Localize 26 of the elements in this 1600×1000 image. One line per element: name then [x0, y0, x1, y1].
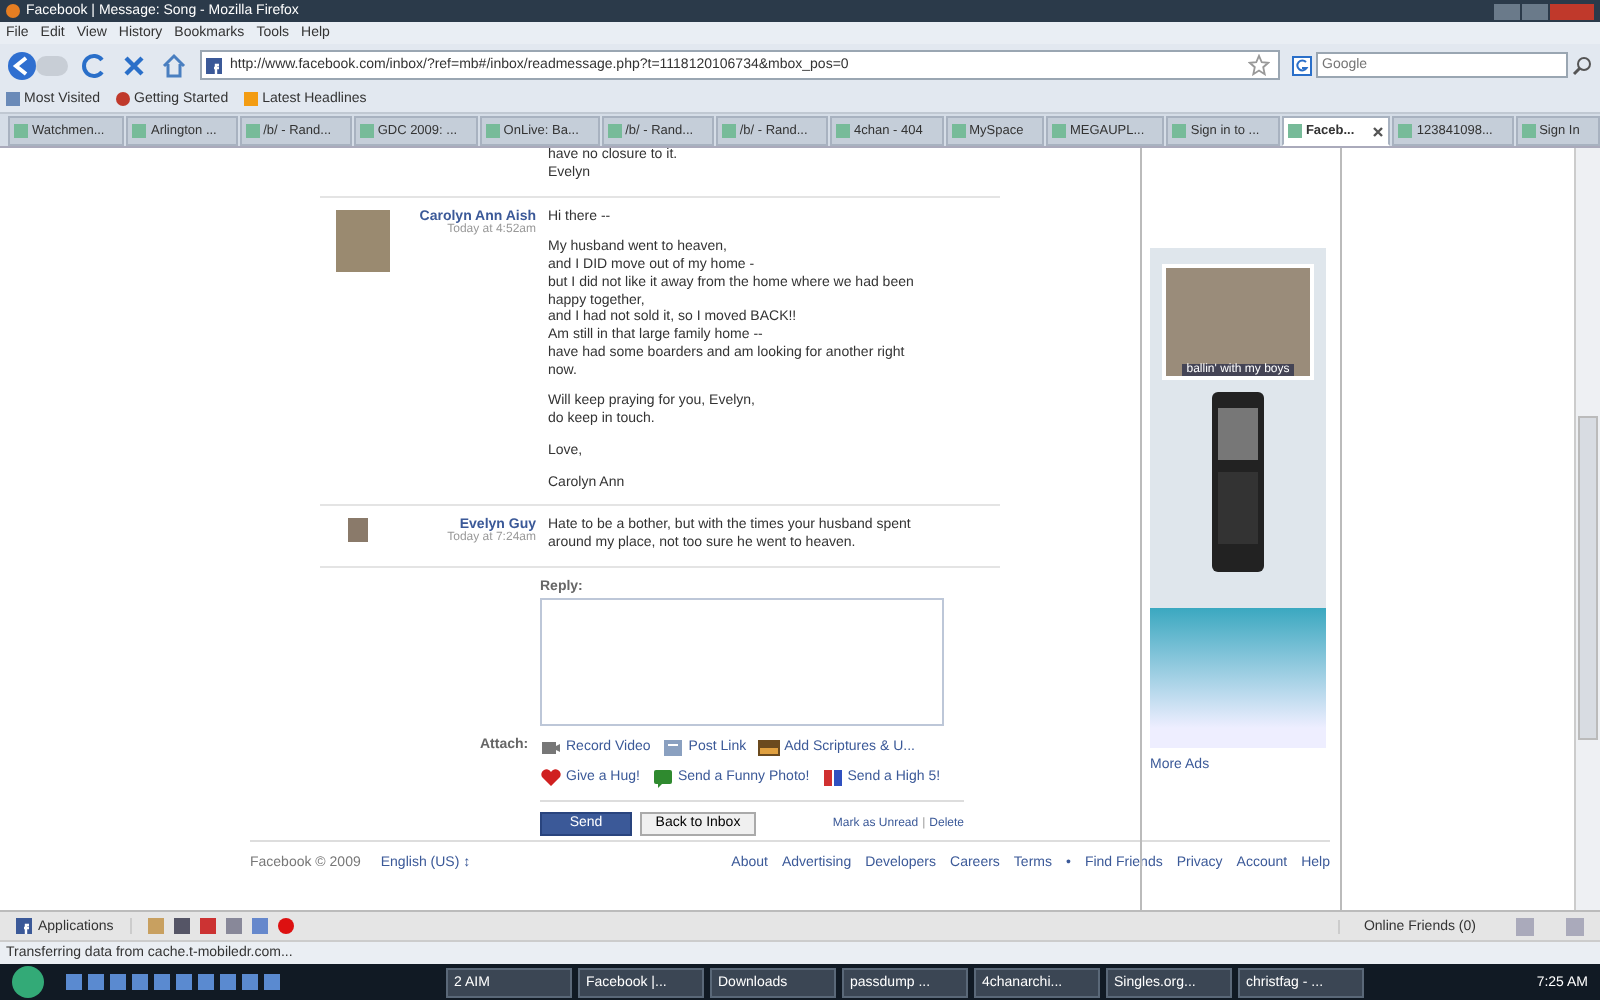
star-icon[interactable] — [1248, 54, 1270, 76]
stop-icon[interactable] — [120, 51, 148, 79]
application-icons-drawing[interactable] — [147, 918, 294, 934]
profile-photo-placeholder — [336, 209, 390, 271]
speech-bubble-icon[interactable] — [651, 767, 674, 788]
profile-photo-placeholder — [348, 518, 368, 543]
site-favicon-icon — [206, 57, 222, 73]
close-tab-icon[interactable] — [1372, 125, 1385, 137]
search-engine-icon[interactable] — [1292, 55, 1312, 75]
hands-icon[interactable] — [821, 767, 844, 788]
search-icon[interactable] — [1572, 55, 1592, 75]
reply-field[interactable] — [540, 597, 944, 726]
home-icon[interactable] — [160, 51, 188, 79]
link-icon[interactable] — [662, 737, 685, 758]
start-button[interactable] — [12, 966, 44, 998]
minimize-button[interactable] — [1494, 3, 1520, 19]
reload-icon[interactable] — [80, 51, 108, 79]
close-button[interactable] — [1550, 3, 1594, 19]
scrollbar[interactable] — [1574, 148, 1600, 910]
book-icon[interactable] — [758, 737, 781, 758]
back-button[interactable] — [8, 51, 36, 79]
quick-launch-icons-drawing[interactable] — [66, 974, 280, 990]
heart-icon[interactable] — [540, 767, 562, 788]
applications-icon[interactable] — [16, 918, 32, 934]
video-camera-icon[interactable] — [540, 737, 562, 758]
maximize-button[interactable] — [1522, 3, 1548, 19]
